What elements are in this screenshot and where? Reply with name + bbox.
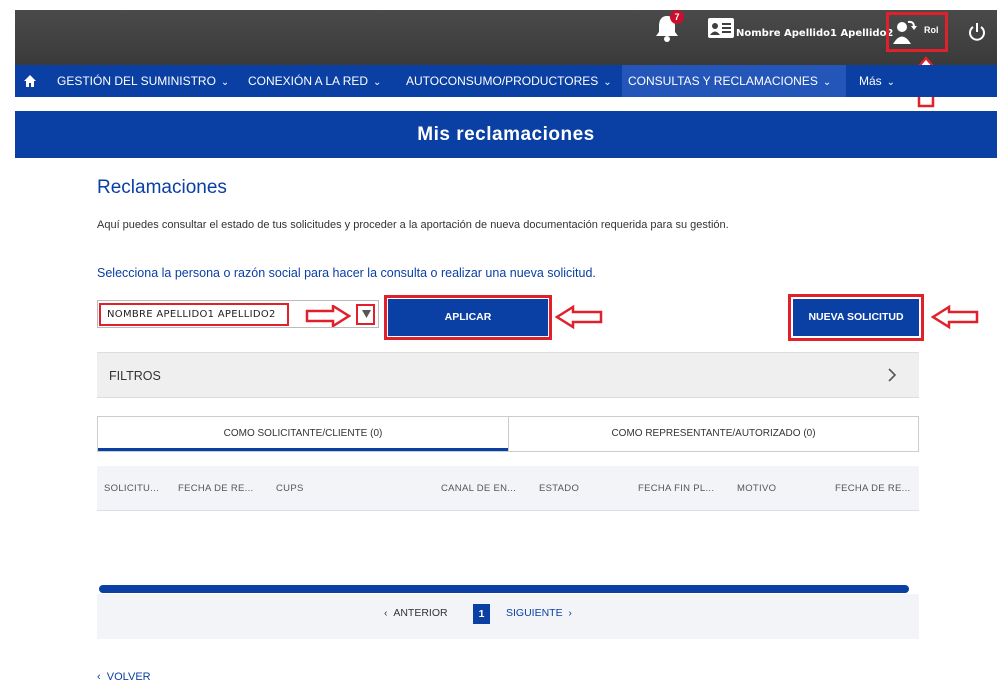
column-header[interactable]: ESTADO	[539, 483, 579, 494]
column-header[interactable]: FECHA DE RE...	[178, 483, 253, 494]
chevron-right-icon: ›	[562, 607, 572, 619]
page-number-current[interactable]: 1	[473, 604, 490, 624]
nav-item-mas[interactable]: Más ⌄	[853, 65, 901, 97]
section-title: Reclamaciones	[97, 177, 227, 198]
home-icon[interactable]	[23, 74, 37, 88]
column-header[interactable]: FECHA FIN PL...	[638, 483, 714, 494]
role-label[interactable]: Rol	[924, 25, 939, 35]
filters-label: FILTROS	[109, 369, 161, 383]
column-header[interactable]: MOTIVO	[737, 483, 776, 494]
title-band: Mis reclamaciones	[15, 111, 997, 158]
annotation-arrow-right	[305, 305, 351, 327]
tab-solicitante[interactable]: COMO SOLICITANTE/CLIENTE (0)	[98, 417, 508, 451]
page-root: 7 Nombre Apellido1 Apellido2 Rol GESTIÓN…	[0, 0, 997, 683]
select-prompt: Selecciona la persona o razón social par…	[97, 266, 596, 280]
next-label: SIGUIENTE	[506, 607, 563, 619]
user-name[interactable]: Nombre Apellido1 Apellido2	[736, 28, 893, 39]
horizontal-scrollbar[interactable]	[99, 585, 909, 593]
filters-panel[interactable]: FILTROS	[97, 352, 919, 398]
back-label: VOLVER	[106, 671, 151, 683]
caret-down-icon[interactable]	[362, 310, 371, 318]
previous-page-button[interactable]: ‹ ANTERIOR	[384, 607, 448, 619]
nav-item-label: Más	[859, 74, 882, 88]
id-card-icon[interactable]	[708, 18, 734, 38]
chevron-left-icon: ‹	[384, 607, 394, 619]
annotation-arrow-left	[931, 305, 979, 329]
person-select-value[interactable]: NOMBRE APELLIDO1 APELLIDO2	[107, 309, 276, 320]
annotation-arrow-left	[555, 305, 603, 329]
column-header[interactable]: CUPS	[276, 483, 304, 494]
chevron-down-icon: ⌄	[373, 77, 382, 88]
nav-item-gestion-suministro[interactable]: GESTIÓN DEL SUMINISTRO ⌄	[51, 65, 235, 97]
tab-representante[interactable]: COMO REPRESENTANTE/AUTORIZADO (0)	[508, 417, 918, 451]
main-nav: GESTIÓN DEL SUMINISTRO ⌄ CONEXIÓN A LA RE…	[15, 65, 997, 97]
column-header[interactable]: FECHA DE RE...	[835, 483, 910, 494]
nav-item-label: CONSULTAS Y RECLAMACIONES	[628, 74, 818, 88]
previous-label: ANTERIOR	[393, 607, 448, 619]
nav-item-label: AUTOCONSUMO/PRODUCTORES	[406, 74, 599, 88]
chevron-down-icon: ⌄	[603, 77, 612, 88]
new-request-button[interactable]: NUEVA SOLICITUD	[793, 299, 919, 336]
chevron-right-icon	[888, 368, 897, 382]
back-link[interactable]: ‹ VOLVER	[97, 671, 151, 683]
column-header[interactable]: CANAL DE EN...	[441, 483, 516, 494]
role-switch-icon[interactable]	[893, 19, 917, 45]
chevron-down-icon: ⌄	[822, 77, 832, 88]
nav-item-label: CONEXIÓN A LA RED	[248, 74, 369, 88]
power-icon[interactable]	[967, 22, 987, 42]
tab-bar: COMO SOLICITANTE/CLIENTE (0) COMO REPRES…	[97, 416, 919, 452]
chevron-down-icon: ⌄	[886, 77, 896, 88]
section-description: Aquí puedes consultar el estado de tus s…	[97, 219, 729, 231]
chevron-down-icon: ⌄	[220, 77, 230, 88]
notification-badge: 7	[670, 10, 684, 24]
table-header: SOLICITU... FECHA DE RE... CUPS CANAL DE…	[97, 466, 919, 511]
nav-item-conexion-red[interactable]: CONEXIÓN A LA RED ⌄	[242, 65, 387, 97]
page-title: Mis reclamaciones	[417, 124, 595, 145]
nav-item-label: GESTIÓN DEL SUMINISTRO	[57, 74, 216, 88]
nav-item-consultas-reclamaciones[interactable]: CONSULTAS Y RECLAMACIONES ⌄	[622, 65, 846, 97]
column-header[interactable]: SOLICITU...	[104, 483, 159, 494]
next-page-button[interactable]: SIGUIENTE ›	[506, 607, 572, 619]
apply-button[interactable]: APLICAR	[388, 299, 548, 336]
nav-item-autoconsumo[interactable]: AUTOCONSUMO/PRODUCTORES ⌄	[400, 65, 618, 97]
chevron-left-icon: ‹	[97, 671, 107, 683]
